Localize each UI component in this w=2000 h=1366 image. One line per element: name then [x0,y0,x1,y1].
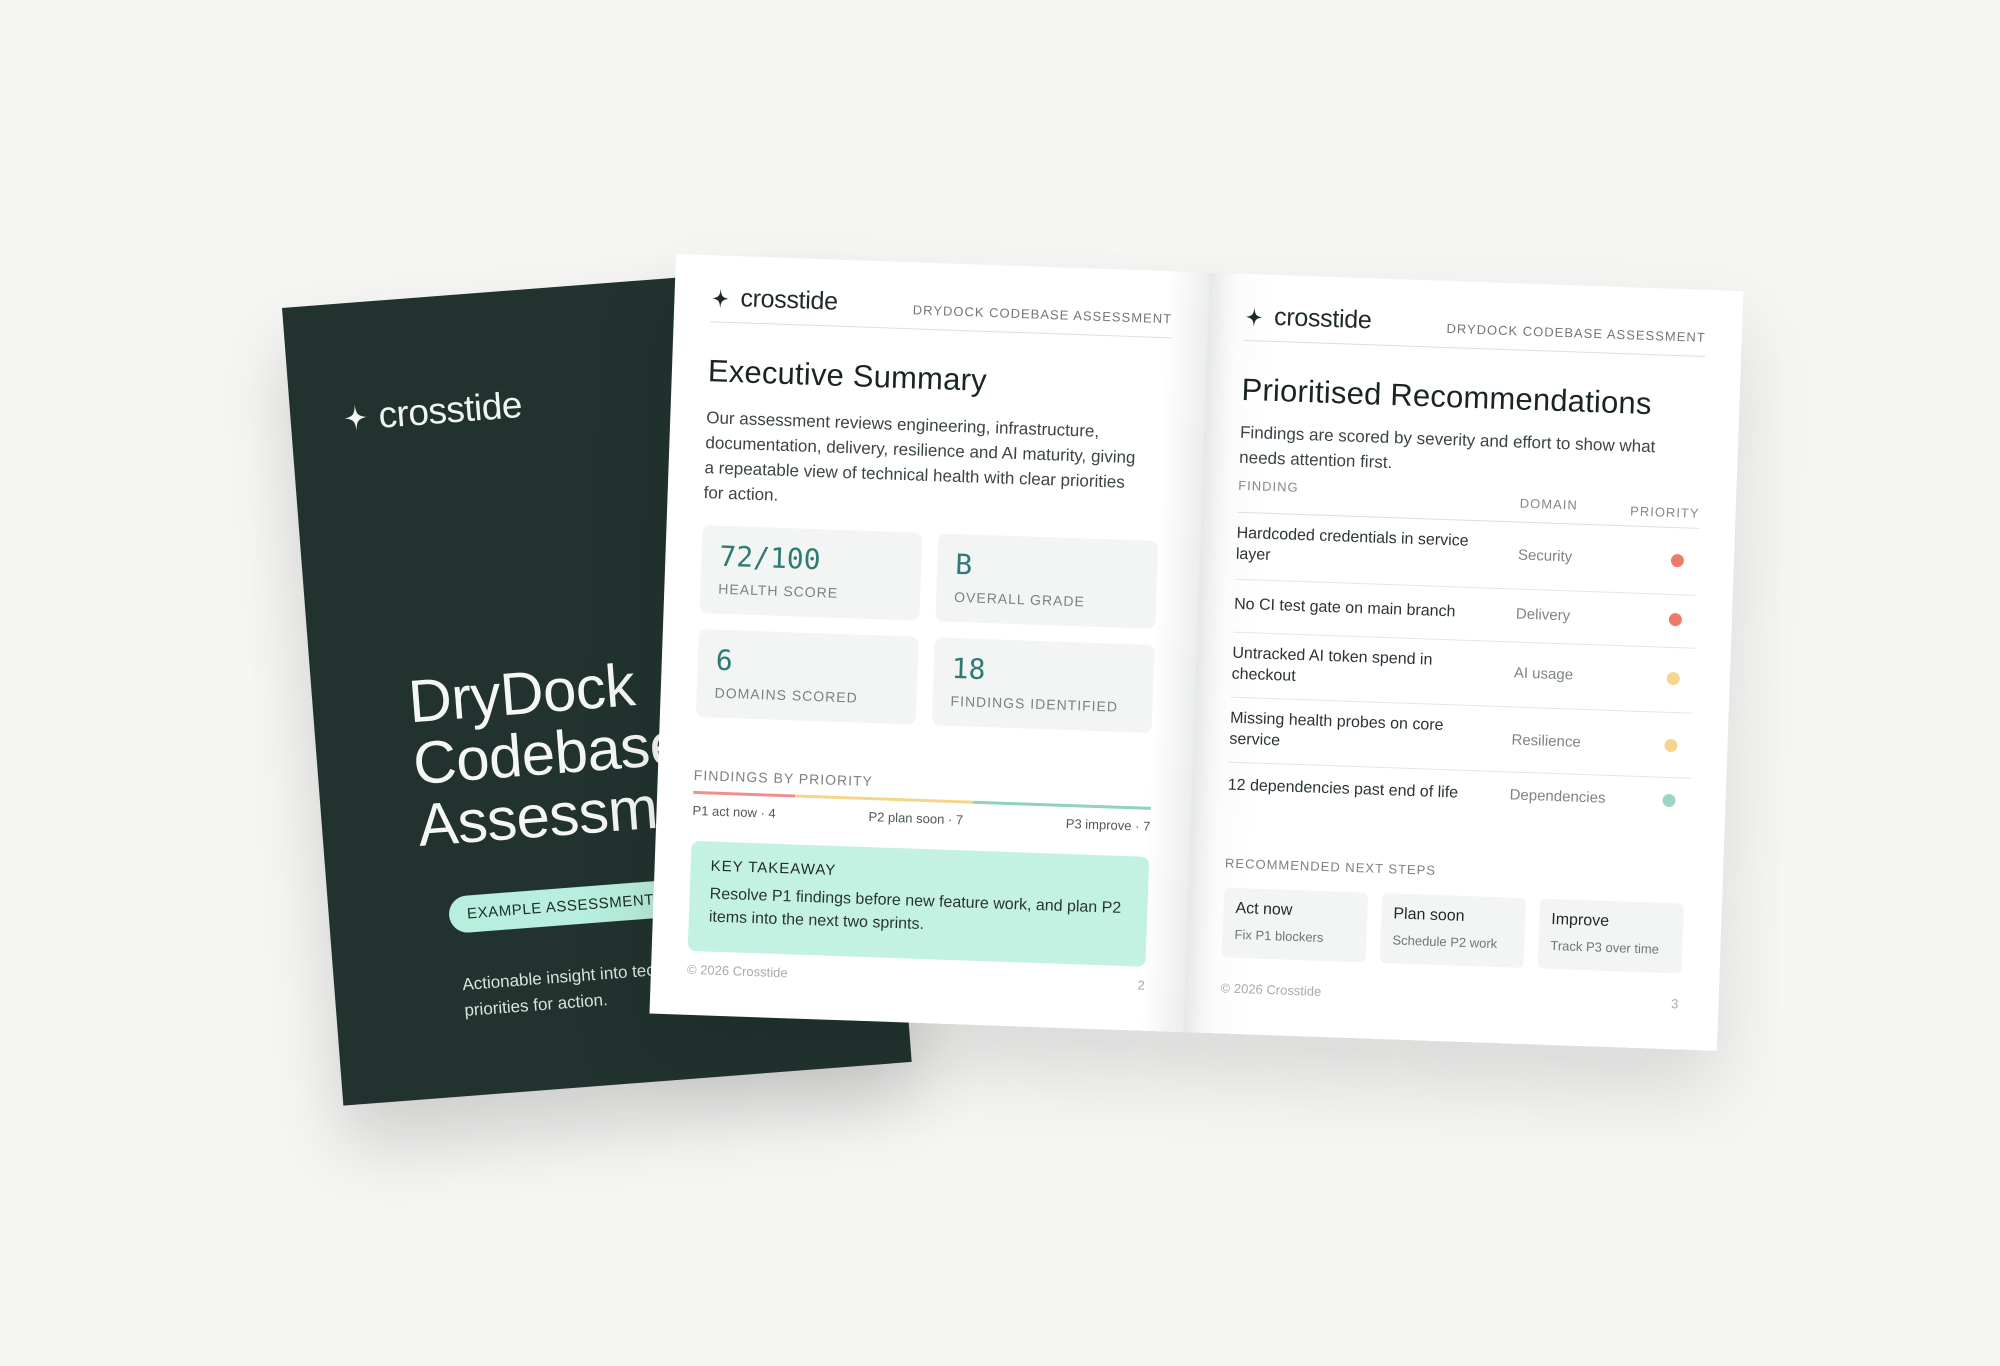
page-title: Executive Summary [707,353,988,398]
crosstide-star-icon [712,288,729,309]
metric-label: FINDINGS IDENTIFIED [950,692,1119,715]
priority-p1-label: P1 act now · 4 [692,802,776,821]
takeaway-body: Resolve P1 findings before new feature w… [708,885,1122,934]
page-executive-summary: crosstide DRYDOCK CODEBASE ASSESSMENT Ex… [649,254,1210,1033]
page-intro: Our assessment reviews engineering, infr… [703,408,1136,505]
brand-name: crosstide [1273,302,1372,335]
next-step-card: Improve Track P3 over time [1537,898,1684,974]
step-subtitle: Schedule P2 work [1392,932,1498,952]
findings-by-priority-label: FINDINGS BY PRIORITY [693,766,874,790]
metric-value: B [954,547,973,582]
metric-value: 72/100 [718,539,822,577]
recommendations-table: FINDING DOMAIN PRIORITY Hardcoded creden… [1227,477,1701,825]
priority-dot [1662,793,1676,808]
row-finding: Untracked AI token spend in checkout [1231,644,1433,685]
page-intro: Findings are scored by severity and effo… [1238,422,1656,473]
priority-segment-p3 [972,800,1151,810]
metric-label: OVERALL GRADE [953,588,1086,610]
priority-segment-p2 [794,794,973,804]
page-footer: © 2026 Crosstide [1220,980,1322,999]
header-doc-label: DRYDOCK CODEBASE ASSESSMENT [912,302,1173,327]
header-logo: crosstide [1244,302,1372,335]
row-finding: Missing health probes on core service [1229,709,1444,750]
row-domain: Security [1517,546,1573,566]
step-title: Act now [1235,899,1293,919]
priority-p2-label: P2 plan soon · 7 [868,809,964,828]
page-title: Prioritised Recommendations [1241,371,1653,422]
metric-label: DOMAINS SCORED [714,684,859,706]
row-finding: 12 dependencies past end of life [1227,776,1459,802]
page-number: 3 [1670,996,1679,1012]
column-priority: PRIORITY [1629,503,1700,521]
page-footer: © 2026 Crosstide [686,961,788,981]
metric-domains-scored: 6 DOMAINS SCORED [695,629,919,725]
column-domain: DOMAIN [1519,495,1579,513]
next-steps-label: RECOMMENDED NEXT STEPS [1224,855,1437,878]
column-finding: FINDING [1238,477,1299,495]
metric-value: 18 [951,651,986,687]
step-subtitle: Track P3 over time [1550,937,1660,957]
metric-health-score: 72/100 HEALTH SCORE [699,525,923,621]
metric-overall-grade: B OVERALL GRADE [935,533,1159,629]
metric-value: 6 [715,643,734,678]
crosstide-star-icon [1245,306,1263,327]
row-finding: No CI test gate on main branch [1233,595,1456,621]
priority-dot [1670,553,1685,568]
page-recommendations: crosstide DRYDOCK CODEBASE ASSESSMENT Pr… [1183,272,1744,1051]
priority-p3-label: P3 improve · 7 [1065,815,1151,834]
brochure-scene: crosstide DryDock Codebase Assessment EX… [0,0,2000,1366]
priority-dot [1666,671,1681,686]
open-spread: crosstide DRYDOCK CODEBASE ASSESSMENT Ex… [649,254,1744,1051]
row-domain: Delivery [1515,605,1571,625]
crosstide-star-icon [344,404,367,431]
step-subtitle: Fix P1 blockers [1234,926,1324,946]
page-header: crosstide DRYDOCK CODEBASE ASSESSMENT [709,283,1173,339]
key-takeaway: KEY TAKEAWAY Resolve P1 findings before … [687,840,1150,967]
cover-logo: crosstide [341,384,523,440]
row-domain: Dependencies [1509,786,1606,807]
brand-name: crosstide [376,383,524,436]
metric-findings-identified: 18 FINDINGS IDENTIFIED [931,637,1155,733]
metric-label: HEALTH SCORE [718,580,839,601]
priority-dot [1664,738,1678,753]
header-logo: crosstide [710,283,838,316]
row-domain: AI usage [1513,664,1574,684]
page-number: 2 [1137,977,1146,993]
priority-dot [1668,612,1683,627]
header-doc-label: DRYDOCK CODEBASE ASSESSMENT [1446,320,1706,345]
row-domain: Resilience [1511,731,1582,751]
step-title: Plan soon [1393,905,1465,925]
priority-segment-p1 [693,790,795,798]
row-finding: Hardcoded credentials in service layer [1235,524,1469,564]
next-step-card: Plan soon Schedule P2 work [1379,893,1527,969]
next-step-card: Act now Fix P1 blockers [1221,887,1369,963]
brand-name: crosstide [740,284,839,316]
step-title: Improve [1551,910,1610,930]
page-header: crosstide DRYDOCK CODEBASE ASSESSMENT [1243,301,1707,357]
